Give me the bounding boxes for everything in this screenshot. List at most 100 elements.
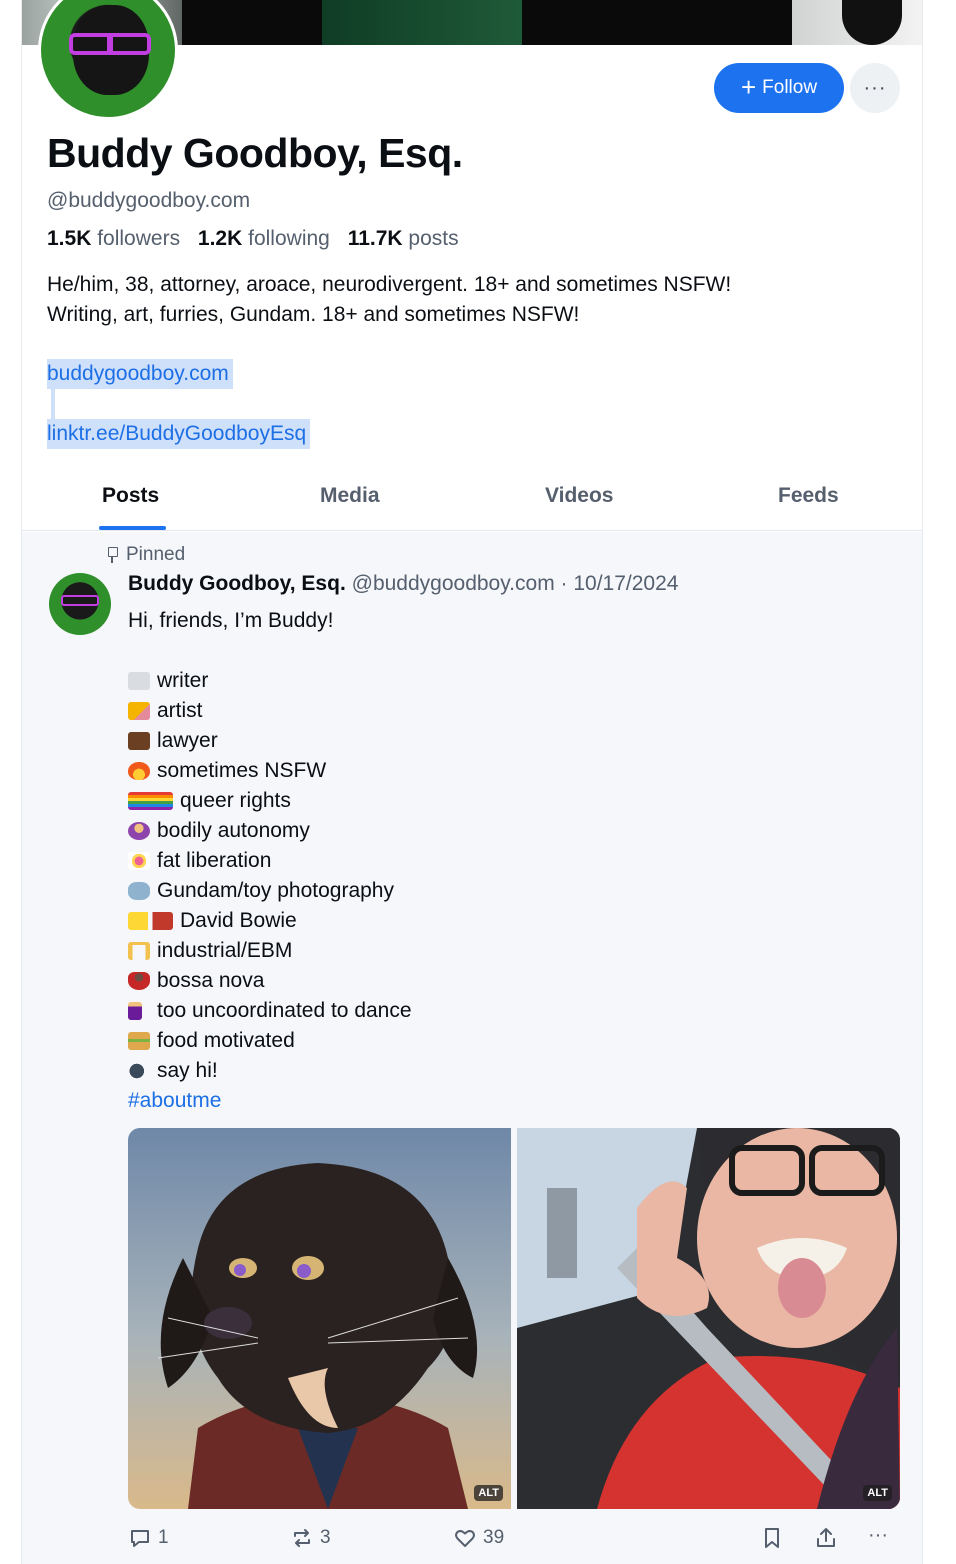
more-options-button[interactable]: ··· [850, 63, 900, 113]
repost-button[interactable]: 3 [290, 1526, 331, 1550]
dog-illustration-image[interactable]: ALT [128, 1128, 511, 1509]
followers-link[interactable]: 1.5K followers [47, 227, 180, 250]
briefcase-emoji-icon [128, 732, 150, 750]
profile-handle: @buddygoodboy.com [47, 189, 251, 212]
woman-gesturing-emoji-icon [128, 822, 150, 840]
list-item-text: bossa nova [157, 969, 265, 992]
selfie-photo-icon [517, 1128, 900, 1509]
like-count: 39 [483, 1527, 505, 1548]
repost-count: 3 [320, 1527, 331, 1548]
list-item-text: queer rights [180, 789, 291, 812]
list-item: queer rights [128, 786, 412, 816]
keyboard-emoji-icon [128, 672, 150, 690]
man-dancing-emoji-icon [128, 1002, 142, 1020]
follow-label: Follow [762, 77, 818, 98]
reply-icon [131, 1530, 149, 1547]
separator: · [554, 572, 574, 595]
lightning-guitar-emoji-icon [128, 912, 173, 930]
post-header: Buddy Goodboy, Esq. @buddygoodboy.com · … [128, 572, 678, 596]
reply-count: 1 [158, 1527, 169, 1548]
tab-media[interactable]: Media [320, 484, 380, 508]
post-author-name[interactable]: Buddy Goodboy, Esq. [128, 572, 346, 595]
list-item: sometimes NSFW [128, 756, 412, 786]
rainbow-trans-flags-emoji-icon [128, 792, 173, 810]
list-item: lawyer [128, 726, 412, 756]
list-item: fat liberation [128, 846, 412, 876]
dancer-emoji-icon [128, 972, 150, 990]
posts-count: 11.7K [347, 227, 403, 250]
list-item-text: too uncoordinated to dance [157, 999, 412, 1022]
sandwich-emoji-icon [128, 1032, 150, 1050]
reply-button[interactable]: 1 [128, 1526, 169, 1550]
followers-label: followers [97, 227, 181, 250]
post-greeting: Hi, friends, I’m Buddy! [128, 609, 334, 632]
posts-stat: 11.7K posts [348, 227, 459, 250]
tab-videos[interactable]: Videos [545, 484, 613, 508]
pinned-label: Pinned [126, 544, 186, 565]
post-actions: 1 3 39 ··· [128, 1524, 901, 1554]
post-author-handle[interactable]: @buddygoodboy.com [352, 572, 555, 595]
repost-icon [294, 1529, 310, 1547]
post-images: ALT ALT [128, 1128, 901, 1509]
ellipsis-icon: ··· [863, 76, 887, 99]
follow-button[interactable]: + Follow [714, 63, 844, 113]
alt-text-badge[interactable]: ALT [474, 1485, 503, 1501]
bio-line: He/him, 38, attorney, aroace, neurodiver… [47, 273, 732, 296]
share-icon [817, 1528, 835, 1547]
tab-feeds[interactable]: Feeds [778, 484, 839, 508]
alt-text-badge[interactable]: ALT [863, 1485, 892, 1501]
active-tab-indicator [99, 526, 166, 530]
list-item-text: lawyer [157, 729, 218, 752]
list-item: say hi! [128, 1056, 412, 1086]
list-item-text: industrial/EBM [157, 939, 293, 962]
bio-link-website[interactable]: buddygoodboy.com [47, 359, 233, 389]
posts-label: posts [408, 227, 459, 250]
following-link[interactable]: 1.2K following [198, 227, 330, 250]
pencil-emoji-icon [128, 702, 150, 720]
list-item: artist [128, 696, 412, 726]
fire-emoji-icon [128, 762, 150, 780]
bio-link-linktree[interactable]: linktr.ee/BuddyGoodboyEsq [47, 419, 311, 449]
list-item: too uncoordinated to dance [128, 996, 412, 1026]
profile-page: + Follow ··· Buddy Goodboy, Esq. @buddyg… [21, 0, 923, 1564]
pin-icon [106, 547, 120, 563]
list-item-text: sometimes NSFW [157, 759, 327, 782]
list-item: bossa nova [128, 966, 412, 996]
bookmark-button[interactable] [760, 1526, 784, 1550]
construction-crane-emoji-icon [128, 942, 150, 960]
confetti-ball-emoji-icon [128, 852, 150, 870]
post-date[interactable]: 10/17/2024 [573, 572, 678, 595]
list-item-text: fat liberation [157, 849, 272, 872]
list-item: Gundam/toy photography [128, 876, 412, 906]
share-button[interactable] [814, 1526, 838, 1550]
bio-line: Writing, art, furries, Gundam. 18+ and s… [47, 303, 580, 326]
list-item-text: food motivated [157, 1029, 295, 1052]
like-button[interactable]: 39 [453, 1526, 504, 1550]
post-author-avatar[interactable] [49, 573, 111, 635]
car-selfie-photo[interactable]: ALT [517, 1128, 900, 1509]
post-text: Hi, friends, I’m Buddy! writer artist la… [128, 606, 412, 1116]
pinned-indicator: Pinned [106, 544, 185, 566]
speaking-head-emoji-icon [128, 1062, 150, 1080]
following-label: following [248, 227, 330, 250]
robot-emoji-icon [128, 882, 150, 900]
list-item-text: bodily autonomy [157, 819, 310, 842]
list-item-text: Gundam/toy photography [157, 879, 394, 902]
followers-count: 1.5K [47, 227, 92, 250]
list-item: industrial/EBM [128, 936, 412, 966]
list-item-text: artist [157, 699, 203, 722]
list-item-text: writer [157, 669, 209, 692]
hashtag-link[interactable]: #aboutme [128, 1086, 412, 1116]
profile-stats: 1.5K followers 1.2K following 11.7K post… [47, 227, 459, 251]
following-count: 1.2K [197, 227, 243, 250]
text-selection [51, 389, 55, 419]
post-more-button[interactable]: ··· [868, 1524, 888, 1547]
profile-avatar[interactable] [38, 0, 178, 120]
bookmark-icon [765, 1528, 779, 1548]
profile-tabs: Posts Media Videos Feeds [22, 470, 922, 531]
dog-illustration-icon [157, 1163, 478, 1509]
heart-icon [455, 1530, 475, 1547]
ellipsis-icon: ··· [868, 1524, 888, 1546]
list-item: David Bowie [128, 906, 412, 936]
tab-posts[interactable]: Posts [102, 484, 159, 508]
